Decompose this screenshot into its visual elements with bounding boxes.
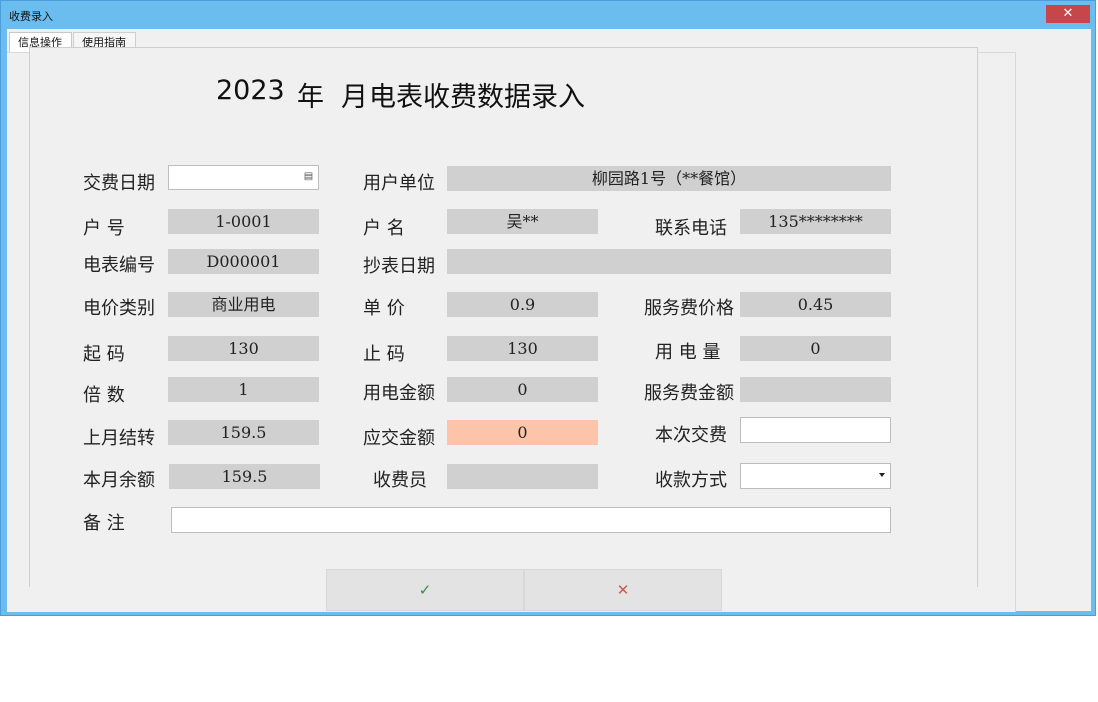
service-price-label: 服务费价格 (644, 298, 734, 319)
price-category-field: 商业用电 (168, 292, 319, 317)
service-amount-label: 服务费金额 (644, 383, 734, 404)
phone-label: 联系电话 (655, 218, 727, 239)
title-bar: 收费录入 ✕ (1, 1, 1095, 29)
chevron-down-icon[interactable] (879, 473, 885, 477)
remark-label: 备 注 (83, 513, 125, 534)
this-payment-label: 本次交费 (655, 425, 727, 446)
account-no-label: 户 号 (83, 218, 125, 239)
calendar-icon[interactable]: ▤ (303, 171, 314, 183)
phone-field: 135******** (740, 209, 891, 234)
amount-due-label: 应交金额 (363, 428, 435, 449)
payment-method-select[interactable] (740, 463, 891, 489)
power-amount-label: 用电金额 (363, 383, 435, 404)
close-button[interactable]: ✕ (1046, 5, 1090, 23)
check-icon: ✓ (418, 581, 432, 599)
last-balance-label: 上月结转 (83, 428, 155, 449)
end-reading-label: 止 码 (363, 344, 405, 365)
multiplier-label: 倍 数 (83, 385, 125, 406)
cashier-label: 收费员 (373, 470, 427, 491)
heading-month-unit: 月 (341, 82, 368, 113)
service-amount-field (740, 377, 891, 402)
this-payment-input[interactable] (740, 417, 891, 443)
pay-date-field[interactable]: ▤ (168, 165, 319, 190)
unit-price-label: 单 价 (363, 298, 405, 319)
heading-year: 2023 (216, 75, 285, 106)
read-date-field (447, 249, 891, 274)
meter-no-field: D000001 (168, 249, 319, 274)
page-title: 电表收费数据录入 (369, 82, 585, 113)
amount-due-field: 0 (447, 420, 598, 445)
unit-price-field: 0.9 (447, 292, 598, 317)
meter-no-label: 电表编号 (83, 255, 155, 276)
window-title: 收费录入 (9, 10, 53, 23)
payment-method-label: 收款方式 (655, 470, 727, 491)
pay-date-label: 交费日期 (83, 173, 155, 194)
account-no-field: 1-0001 (168, 209, 319, 234)
account-name-field: 吴** (447, 209, 598, 234)
last-balance-field: 159.5 (168, 420, 319, 445)
start-reading-field: 130 (168, 336, 319, 361)
user-unit-field: 柳园路1号（**餐馆） (447, 166, 891, 191)
month-balance-label: 本月余额 (83, 470, 155, 491)
service-price-field: 0.45 (740, 292, 891, 317)
month-balance-field: 159.5 (169, 464, 320, 489)
power-amount-field: 0 (447, 377, 598, 402)
cancel-button[interactable]: ✕ (524, 569, 722, 611)
multiplier-field: 1 (168, 377, 319, 402)
usage-label: 用 电 量 (655, 342, 721, 363)
start-reading-label: 起 码 (83, 344, 125, 365)
read-date-label: 抄表日期 (363, 256, 435, 277)
account-name-label: 户 名 (363, 218, 405, 239)
cashier-field (447, 464, 598, 489)
usage-field: 0 (740, 336, 891, 361)
end-reading-field: 130 (447, 336, 598, 361)
app-window: 收费录入 ✕ 信息操作 使用指南 2023 年 月 电表收费数据录入 交费日期 … (0, 0, 1096, 616)
remark-input[interactable] (171, 507, 891, 533)
confirm-button[interactable]: ✓ (326, 569, 524, 611)
form-panel (29, 47, 978, 587)
heading-year-unit: 年 (297, 82, 324, 113)
user-unit-label: 用户单位 (363, 173, 435, 194)
price-category-label: 电价类别 (83, 298, 155, 319)
close-icon: ✕ (616, 581, 630, 599)
